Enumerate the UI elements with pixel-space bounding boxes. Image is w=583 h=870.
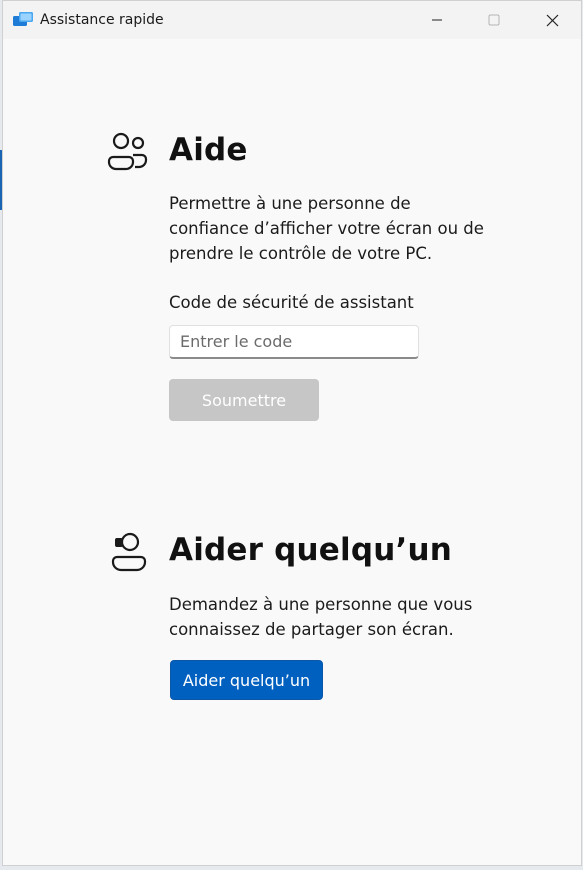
people-icon: [107, 131, 149, 175]
give-help-description: Demandez à une personne que vous connais…: [169, 595, 473, 639]
maximize-button[interactable]: [465, 1, 523, 39]
help-someone-button[interactable]: Aider quelqu’un: [170, 660, 323, 700]
give-help-heading: Aider quelqu’un: [169, 532, 452, 568]
title-bar[interactable]: Assistance rapide: [3, 1, 581, 39]
close-icon: [546, 14, 558, 26]
quick-assist-window: Assistance rapide Aide Permettre à une p…: [2, 0, 582, 866]
maximize-icon: [488, 14, 500, 26]
get-help-description: Permettre à une personne de confiance d’…: [169, 194, 484, 263]
submit-button[interactable]: Soumettre: [169, 379, 319, 421]
quick-assist-icon: [12, 11, 34, 29]
get-help-heading: Aide: [169, 132, 248, 168]
security-code-label: Code de sécurité de assistant: [169, 293, 414, 312]
window-title: Assistance rapide: [40, 12, 164, 28]
close-button[interactable]: [523, 1, 581, 39]
person-support-icon: [109, 530, 149, 576]
minimize-icon: [432, 19, 442, 21]
security-code-input[interactable]: [169, 325, 419, 359]
minimize-button[interactable]: [408, 1, 466, 39]
